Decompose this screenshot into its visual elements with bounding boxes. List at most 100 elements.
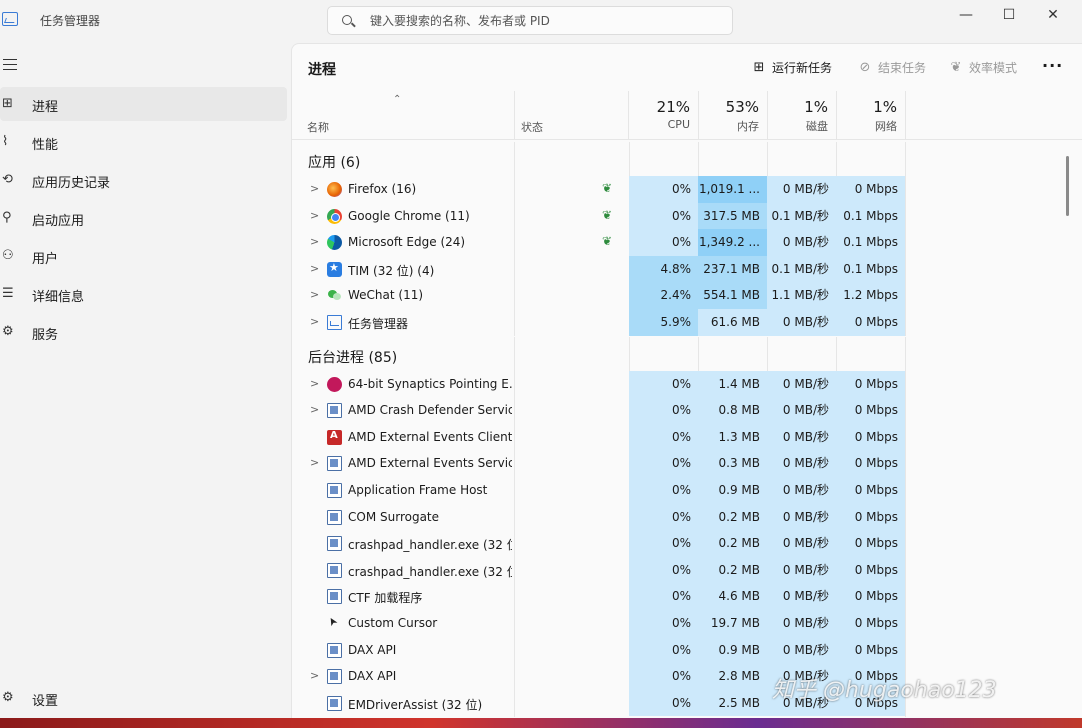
column-divider — [905, 610, 906, 637]
mem-value: 1,349.2 ... — [698, 229, 767, 256]
column-divider — [905, 583, 906, 611]
table-row[interactable]: > Microsoft Edge (24) ❦ 0% 1,349.2 ... 0 MB/秒… — [292, 229, 906, 257]
table-row[interactable]: > AMD External Events Servic... 0% 0.3 MB 0 … — [292, 450, 906, 478]
run-new-task-button[interactable]: ⊞ 运行新任务 — [752, 59, 832, 76]
table-row[interactable]: > AMD Crash Defender Service 0% 0.8 MB 0 MB/… — [292, 397, 906, 425]
net-value: 0 Mbps — [836, 477, 905, 504]
disk-value: 0 MB/秒 — [767, 610, 836, 637]
table-row[interactable]: > Google Chrome (11) ❦ 0% 317.5 MB 0.1 MB/秒 0.… — [292, 202, 906, 230]
process-name: 64-bit Synaptics Pointing E... — [348, 376, 512, 391]
table-row[interactable]: Custom Cursor 0%19.7 MB0 MB/秒0 Mbps — [292, 610, 906, 637]
maximize-button[interactable]: ☐ — [987, 4, 1031, 26]
column-divider — [514, 636, 515, 664]
search-box[interactable] — [327, 6, 733, 35]
column-divider — [905, 202, 906, 230]
more-options-button[interactable]: ··· — [1042, 56, 1063, 75]
disk-value: 0 MB/秒 — [767, 397, 836, 424]
cursor-icon — [327, 616, 342, 631]
sidebar-item-settings[interactable]: ⚙ 设置 — [0, 681, 287, 715]
disk-value: 0 MB/秒 — [767, 636, 836, 664]
process-name: DAX API — [348, 669, 397, 684]
column-divider — [514, 689, 515, 717]
disk-total: 1% — [804, 98, 828, 116]
efficiency-mode-button[interactable]: ❦ 效率模式 — [949, 59, 1017, 76]
disk-value: 0 MB/秒 — [767, 176, 836, 203]
app-window-icon — [327, 562, 342, 578]
hamburger-menu-icon[interactable] — [3, 59, 17, 70]
disk-label: 磁盘 — [806, 120, 828, 133]
table-row[interactable]: crashpad_handler.exe (32 位) 0% 0.2 MB 0 MB/… — [292, 530, 906, 558]
sidebar-item-history[interactable]: ⟲ 应用历史记录 — [0, 163, 287, 197]
scrollbar-thumb[interactable] — [1066, 156, 1069, 216]
sidebar-item-startup[interactable]: ⚲ 启动应用 — [0, 201, 287, 235]
chevron-right-icon[interactable]: > — [310, 403, 319, 416]
process-name: Application Frame Host — [348, 483, 488, 497]
table-row[interactable]: COM Surrogate 0% 0.2 MB 0 MB/秒 0 Mbps — [292, 503, 906, 531]
net-value: 0 Mbps — [836, 503, 905, 531]
table-row[interactable]: > 任务管理器 5.9% 61.6 MB 0 MB/秒 0 Mbps — [292, 309, 906, 336]
column-cpu[interactable]: 21% CPU — [629, 91, 698, 139]
network-total: 1% — [873, 98, 897, 116]
history-icon: ⟲ — [2, 172, 13, 187]
process-name: WeChat (11) — [348, 288, 424, 303]
column-disk[interactable]: 1% 磁盘 — [767, 91, 836, 139]
table-row[interactable]: > TIM (32 位) (4) 4.8%237.1 MB0.1 MB/秒0.1 M… — [292, 255, 906, 283]
sidebar-item-performance[interactable]: ⌇ 性能 — [0, 125, 287, 159]
cpu-value: 0% — [629, 229, 698, 256]
mem-value: 1.3 MB — [698, 423, 767, 451]
column-divider — [629, 336, 630, 371]
process-name: Microsoft Edge (24) — [348, 235, 466, 250]
sidebar-item-processes[interactable]: ⊞ 进程 — [0, 87, 287, 121]
chevron-right-icon[interactable]: > — [310, 288, 319, 301]
chevron-right-icon[interactable]: > — [310, 209, 319, 222]
table-row[interactable]: >64-bit Synaptics Pointing E... 0% 1.4 MB 0… — [292, 370, 906, 398]
column-divider — [514, 282, 515, 310]
startup-icon: ⚲ — [2, 210, 12, 225]
column-status[interactable]: 状态 — [521, 119, 543, 135]
chevron-right-icon[interactable]: > — [310, 235, 319, 248]
column-network[interactable]: 1% 网络 — [836, 91, 905, 139]
edge-icon — [327, 235, 342, 251]
table-row[interactable]: CTF 加载程序 0% 4.6 MB 0 MB/秒 0 Mbps — [292, 583, 906, 611]
column-divider — [905, 503, 906, 531]
close-button[interactable]: ✕ — [1031, 4, 1075, 26]
run-new-task-label: 运行新任务 — [772, 61, 833, 75]
process-name: AMD Crash Defender Service — [348, 403, 512, 418]
table-row[interactable]: Application Frame Host 0% 0.9 MB 0 MB/秒 0 Mb… — [292, 477, 906, 504]
net-value: 0 Mbps — [836, 583, 905, 610]
chevron-right-icon[interactable]: > — [310, 377, 319, 390]
chevron-right-icon[interactable]: > — [310, 456, 319, 469]
table-row[interactable]: AMD External Events Client ...0%1.3 MB0 … — [292, 423, 906, 451]
title-bar: 任务管理器 — ☐ ✕ — [0, 0, 1082, 42]
sidebar-item-services[interactable]: ⚙ 服务 — [0, 315, 287, 349]
column-divider — [514, 336, 515, 371]
app-window-icon — [327, 483, 342, 498]
sidebar-item-users[interactable]: ⚇ 用户 — [0, 239, 287, 273]
page-title: 进程 — [308, 62, 336, 78]
sidebar-item-details[interactable]: ☰ 详细信息 — [0, 277, 287, 311]
table-row[interactable]: > WeChat (11) 2.4% 554.1 MB 1.1 MB/秒 1.2 Mbps — [292, 282, 906, 310]
net-value: 0 Mbps — [836, 556, 905, 584]
minimize-button[interactable]: — — [944, 4, 988, 26]
chevron-right-icon[interactable]: > — [310, 182, 319, 195]
cpu-value: 0% — [629, 530, 698, 557]
disk-value: 0 MB/秒 — [767, 229, 836, 256]
processes-icon: ⊞ — [2, 96, 13, 111]
memory-label: 内存 — [737, 120, 759, 133]
mem-value: 1,019.1 ... — [698, 176, 767, 203]
column-memory[interactable]: 53% 内存 — [698, 91, 767, 139]
table-row[interactable]: DAX API 0% 0.9 MB 0 MB/秒 0 Mbps — [292, 636, 906, 664]
column-divider — [514, 556, 515, 584]
table-row[interactable]: > Firefox (16) ❦ 0% 1,019.1 ... 0 MB/秒 0 Mbps — [292, 176, 906, 203]
search-input[interactable] — [370, 12, 720, 30]
disk-value: 0.1 MB/秒 — [767, 202, 836, 230]
chevron-right-icon[interactable]: > — [310, 262, 319, 275]
column-name[interactable]: 名称 — [307, 119, 329, 135]
chevron-right-icon[interactable]: > — [310, 669, 319, 682]
cpu-total: 21% — [656, 98, 690, 116]
chevron-right-icon[interactable]: > — [310, 315, 319, 328]
cpu-value: 0% — [629, 450, 698, 477]
end-task-button[interactable]: ⊘ 结束任务 — [858, 59, 926, 76]
table-row[interactable]: crashpad_handler.exe (32 位) 0% 0.2 MB 0 MB/… — [292, 556, 906, 584]
cpu-value: 0% — [629, 503, 698, 531]
